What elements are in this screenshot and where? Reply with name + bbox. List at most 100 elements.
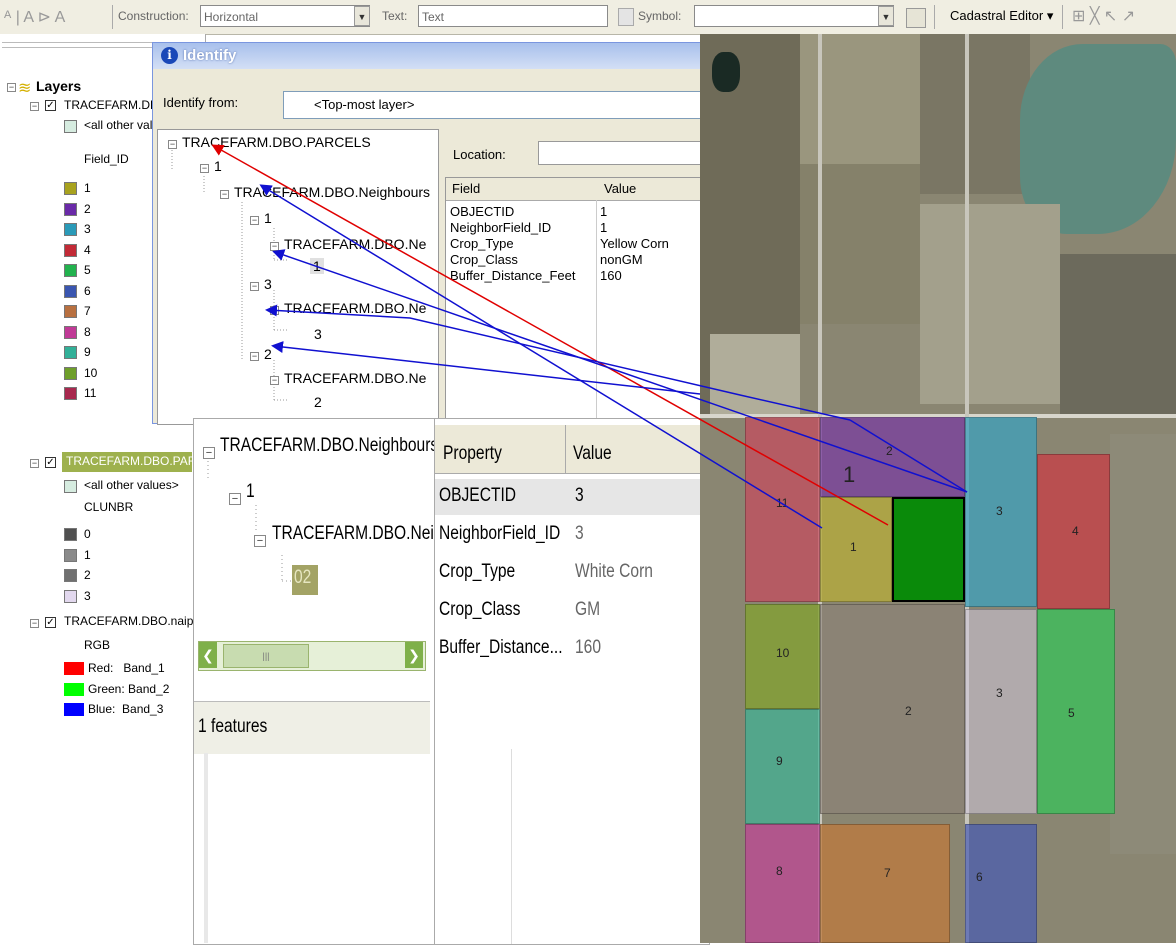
toolbar-separator (1062, 5, 1063, 29)
collapse-icon[interactable]: − (203, 447, 215, 459)
table-row[interactable]: NeighborField_ID 3 (435, 517, 705, 553)
table-row[interactable]: Buffer_Distance... 160 (435, 631, 705, 667)
table-row[interactable]: Crop_Type Yellow Corn (446, 236, 702, 252)
field-name-cell: Crop_Class (450, 252, 518, 267)
collapse-icon[interactable]: − (250, 282, 259, 291)
column-divider[interactable] (565, 425, 566, 473)
collapse-icon[interactable]: − (270, 376, 279, 385)
chevron-down-icon[interactable]: ▼ (354, 6, 370, 26)
parcel-label: 6 (976, 870, 983, 884)
collapse-icon[interactable]: − (250, 216, 259, 225)
feature-count-text: 1 features (198, 716, 268, 737)
parcel-2b[interactable] (820, 604, 965, 814)
tree-node-feature[interactable]: 2 (264, 346, 272, 362)
collapse-icon[interactable]: − (168, 140, 177, 149)
parcel-8[interactable] (745, 824, 820, 943)
tree-node-selected[interactable]: 02 (294, 567, 311, 589)
construction-select[interactable]: Horizontal (200, 5, 370, 27)
attributes-icon[interactable] (906, 8, 926, 28)
legend-band-swatch (64, 662, 84, 675)
field-value-cell: 1 (600, 220, 608, 235)
tree-node-feature[interactable]: 1 (264, 210, 272, 226)
tree-node-feature[interactable]: 2 (314, 394, 322, 410)
column-header-property[interactable]: Property (443, 443, 502, 465)
collapse-icon[interactable]: − (7, 83, 16, 92)
scroll-right-button[interactable]: ❯ (405, 642, 423, 668)
tree-node-feature[interactable]: 3 (314, 326, 322, 342)
cadastral-editor-menu[interactable]: Cadastral Editor ▾ (950, 8, 1053, 24)
collapse-icon[interactable]: − (200, 164, 209, 173)
text-label: Text: (382, 9, 408, 23)
table-row[interactable]: OBJECTID 1 (446, 204, 702, 220)
collapse-icon[interactable]: − (254, 535, 266, 547)
map-view[interactable]: 2 1 11 1 3 4 10 2 3 5 9 8 7 6 (700, 34, 1176, 943)
identify-from-select[interactable]: <Top-most layer> (283, 91, 703, 119)
horizontal-scrollbar[interactable]: ❮ ||| ❯ (198, 641, 426, 671)
property-grid[interactable]: Property Value OBJECTID 3 NeighborField_ID… (434, 419, 705, 944)
location-field[interactable] (538, 141, 703, 165)
tree-node-layer[interactable]: TRACEFARM.DBO.Neig (272, 523, 443, 545)
tree-node-layer[interactable]: TRACEFARM.DBO.Ne (284, 236, 426, 252)
tree-node-feature[interactable]: 3 (264, 276, 272, 292)
column-header-value[interactable]: Value (604, 181, 636, 196)
layer-visibility-checkbox[interactable]: ✓ (45, 100, 56, 111)
table-row[interactable]: Crop_Type White Corn (435, 555, 705, 591)
field-name-cell: Buffer_Distance_Feet (450, 268, 576, 283)
text-tool-icon[interactable]: ᴬ | A ⊳ A (4, 7, 65, 27)
pane-splitter[interactable] (204, 753, 208, 943)
column-header-value[interactable]: Value (573, 443, 612, 465)
legend-other-values: <all other valu (84, 118, 160, 132)
collapse-icon[interactable]: − (30, 102, 39, 111)
panel-grip[interactable] (2, 42, 152, 48)
tree-node-layer[interactable]: TRACEFARM.DBO.Ne (284, 300, 426, 316)
table-row[interactable]: OBJECTID 3 (435, 479, 705, 515)
table-row[interactable]: NeighborField_ID 1 (446, 220, 702, 236)
collapse-icon[interactable]: − (250, 352, 259, 361)
tree-node-layer[interactable]: TRACEFARM.DBO.PARCELS (182, 134, 371, 150)
text-input[interactable]: Text (418, 5, 608, 27)
parcel-3b[interactable] (965, 609, 1037, 814)
parcel-7[interactable] (820, 824, 950, 943)
symbol-icon[interactable] (618, 8, 634, 26)
parcel-5[interactable] (1037, 609, 1115, 814)
scroll-left-button[interactable]: ❮ (199, 642, 217, 668)
layer-visibility-checkbox[interactable]: ✓ (45, 617, 56, 628)
column-header-field[interactable]: Field (452, 181, 480, 196)
layers-icon: ≋ (18, 80, 32, 97)
collapse-icon[interactable]: − (220, 190, 229, 199)
tree-node-feature[interactable]: 1 (246, 481, 255, 503)
layer-visibility-checkbox[interactable]: ✓ (45, 457, 56, 468)
legend-other-values: <all other values> (84, 478, 179, 492)
legend-class-label: 9 (84, 345, 91, 359)
legend-swatch (64, 182, 77, 195)
table-row[interactable]: Crop_Class GM (435, 593, 705, 629)
parcel-label: 2 (905, 704, 912, 718)
tree-node-layer[interactable]: TRACEFARM.DBO.Ne (284, 370, 426, 386)
chevron-down-icon[interactable]: ▼ (878, 6, 894, 26)
scroll-thumb[interactable]: ||| (223, 644, 309, 668)
field-name-cell: Crop_Type (450, 236, 514, 251)
collapse-icon[interactable]: − (270, 306, 279, 315)
legend-swatch (64, 120, 77, 133)
tree-node-layer[interactable]: TRACEFARM.DBO.Neighbours (220, 435, 438, 457)
selected-parcel[interactable] (892, 497, 965, 602)
identify-tree[interactable]: − TRACEFARM.DBO.PARCELS − 1 − TRACEFARM.… (157, 129, 439, 425)
tree-node-feature[interactable]: 1 (214, 158, 222, 174)
table-row[interactable]: Buffer_Distance_Feet 160 (446, 268, 702, 284)
collapse-icon[interactable]: − (229, 493, 241, 505)
layer-name[interactable]: TRACEFARM.DBO.PARCI (66, 454, 208, 468)
cadastral-tools-icon[interactable]: ⊞ ╳ ↖ ↗ (1072, 6, 1135, 26)
identify-title-bar[interactable]: i Identify (153, 43, 701, 69)
layer-name[interactable]: TRACEFARM.DBO.naip_a (64, 614, 207, 628)
collapse-icon[interactable]: − (270, 242, 279, 251)
tree-node-layer[interactable]: TRACEFARM.DBO.Neighbours (234, 184, 430, 200)
table-row[interactable]: Crop_Class nonGM (446, 252, 702, 268)
attribute-grid[interactable]: Field Value OBJECTID 1 NeighborField_ID 1 Cr… (445, 177, 703, 425)
collapse-icon[interactable]: − (30, 459, 39, 468)
symbol-select[interactable] (694, 5, 894, 27)
property-value-cell: White Corn (575, 561, 653, 582)
tree-node-selected[interactable]: 1 (310, 258, 324, 274)
attribute-grid-header: Field Value (446, 178, 702, 201)
imagery-field (710, 334, 800, 414)
collapse-icon[interactable]: − (30, 619, 39, 628)
